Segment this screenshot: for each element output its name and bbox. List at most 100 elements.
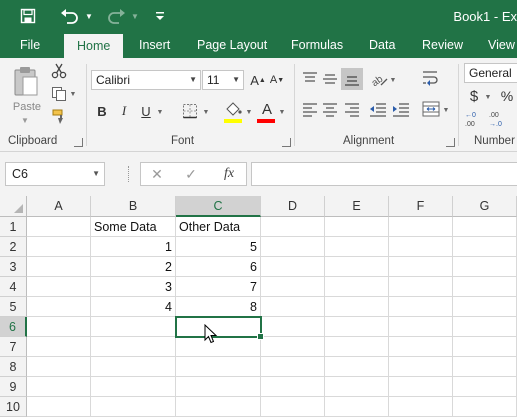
underline-dropdown-icon[interactable]: ▼ (156, 107, 164, 117)
cell-d7[interactable] (261, 337, 325, 357)
cell-d10[interactable] (261, 397, 325, 417)
cell-e5[interactable] (325, 297, 389, 317)
cell-d4[interactable] (261, 277, 325, 297)
font-color-icon[interactable]: A (257, 99, 277, 119)
cell-b2[interactable]: 1 (91, 237, 176, 257)
orientation-icon[interactable]: ab (368, 68, 390, 90)
cell-c10[interactable] (176, 397, 261, 417)
cell-d1[interactable] (261, 217, 325, 237)
paste-button[interactable]: Paste (11, 100, 43, 114)
cell-g9[interactable] (453, 377, 517, 397)
tab-file[interactable]: File (20, 33, 40, 58)
cell-a10[interactable] (27, 397, 91, 417)
cell-d8[interactable] (261, 357, 325, 377)
insert-function-icon[interactable]: fx (219, 165, 239, 183)
clipboard-launcher-icon[interactable] (74, 138, 83, 147)
cell-a2[interactable] (27, 237, 91, 257)
cell-b1[interactable]: Some Data (91, 217, 176, 237)
cell-b3[interactable]: 2 (91, 257, 176, 277)
cell-e6[interactable] (325, 317, 389, 337)
cell-d6[interactable] (261, 317, 325, 337)
font-name-dropdown[interactable]: Calibri ▼ (91, 70, 201, 90)
cell-c1[interactable]: Other Data (176, 217, 261, 237)
select-all-button[interactable] (0, 196, 27, 217)
font-color-dropdown-icon[interactable]: ▼ (278, 107, 286, 117)
cell-f2[interactable] (389, 237, 453, 257)
paste-icon[interactable] (11, 64, 41, 98)
increase-decimal-icon[interactable]: ←0.00 (464, 109, 484, 129)
cell-b6[interactable] (91, 317, 176, 337)
tab-home[interactable]: Home (64, 34, 124, 58)
cell-e8[interactable] (325, 357, 389, 377)
cell-g2[interactable] (453, 237, 517, 257)
tab-page-layout[interactable]: Page Layout (197, 33, 267, 58)
cell-g4[interactable] (453, 277, 517, 297)
row-header-10[interactable]: 10 (0, 397, 27, 417)
formula-input[interactable] (251, 162, 517, 186)
cell-f4[interactable] (389, 277, 453, 297)
column-header-c[interactable]: C (176, 196, 261, 217)
percent-style-icon[interactable]: % (498, 86, 516, 106)
number-format-dropdown[interactable]: General (464, 63, 517, 83)
copy-icon[interactable] (50, 85, 68, 103)
cancel-icon[interactable]: ✕ (149, 166, 165, 182)
cell-a9[interactable] (27, 377, 91, 397)
cell-c2[interactable]: 5 (176, 237, 261, 257)
increase-indent-icon[interactable] (391, 101, 411, 119)
cell-g1[interactable] (453, 217, 517, 237)
row-header-7[interactable]: 7 (0, 337, 27, 357)
row-header-4[interactable]: 4 (0, 277, 27, 297)
cell-a4[interactable] (27, 277, 91, 297)
borders-dropdown-icon[interactable]: ▼ (202, 107, 210, 117)
alignment-launcher-icon[interactable] (446, 138, 455, 147)
customize-qat-icon[interactable] (153, 6, 167, 26)
cell-b8[interactable] (91, 357, 176, 377)
cell-d5[interactable] (261, 297, 325, 317)
splitter-handle[interactable] (128, 166, 131, 182)
cell-f8[interactable] (389, 357, 453, 377)
cell-a5[interactable] (27, 297, 91, 317)
cell-f9[interactable] (389, 377, 453, 397)
cell-f7[interactable] (389, 337, 453, 357)
cell-d9[interactable] (261, 377, 325, 397)
cell-c5[interactable]: 8 (176, 297, 261, 317)
currency-format-icon[interactable]: $ (466, 86, 482, 106)
redo-icon[interactable] (104, 6, 128, 26)
tab-data[interactable]: Data (369, 33, 395, 58)
cell-b7[interactable] (91, 337, 176, 357)
cell-b10[interactable] (91, 397, 176, 417)
column-header-b[interactable]: B (91, 196, 176, 217)
cell-e9[interactable] (325, 377, 389, 397)
cell-e7[interactable] (325, 337, 389, 357)
cell-c8[interactable] (176, 357, 261, 377)
cell-a6[interactable] (27, 317, 91, 337)
undo-dropdown-icon[interactable]: ▼ (84, 6, 94, 26)
cell-a3[interactable] (27, 257, 91, 277)
fill-color-dropdown-icon[interactable]: ▼ (245, 107, 253, 117)
cell-b9[interactable] (91, 377, 176, 397)
cell-d3[interactable] (261, 257, 325, 277)
column-header-g[interactable]: G (453, 196, 517, 217)
merge-dropdown-icon[interactable]: ▼ (442, 105, 450, 115)
font-launcher-icon[interactable] (282, 138, 291, 147)
column-header-a[interactable]: A (27, 196, 91, 217)
align-right-icon[interactable] (343, 101, 361, 119)
redo-dropdown-icon[interactable]: ▼ (130, 6, 140, 26)
row-header-1[interactable]: 1 (0, 217, 27, 237)
paste-dropdown-icon[interactable]: ▼ (20, 116, 30, 125)
cell-f10[interactable] (389, 397, 453, 417)
row-header-6[interactable]: 6 (0, 317, 27, 337)
row-header-5[interactable]: 5 (0, 297, 27, 317)
cell-g6[interactable] (453, 317, 517, 337)
cell-e2[interactable] (325, 237, 389, 257)
copy-dropdown-icon[interactable]: ▼ (69, 89, 77, 99)
tab-view[interactable]: View (488, 33, 515, 58)
tab-review[interactable]: Review (422, 33, 463, 58)
merge-center-icon[interactable] (421, 99, 441, 119)
row-header-8[interactable]: 8 (0, 357, 27, 377)
cell-e3[interactable] (325, 257, 389, 277)
cell-g3[interactable] (453, 257, 517, 277)
name-box[interactable]: C6 ▼ (5, 162, 105, 186)
cell-a8[interactable] (27, 357, 91, 377)
tab-insert[interactable]: Insert (139, 33, 170, 58)
